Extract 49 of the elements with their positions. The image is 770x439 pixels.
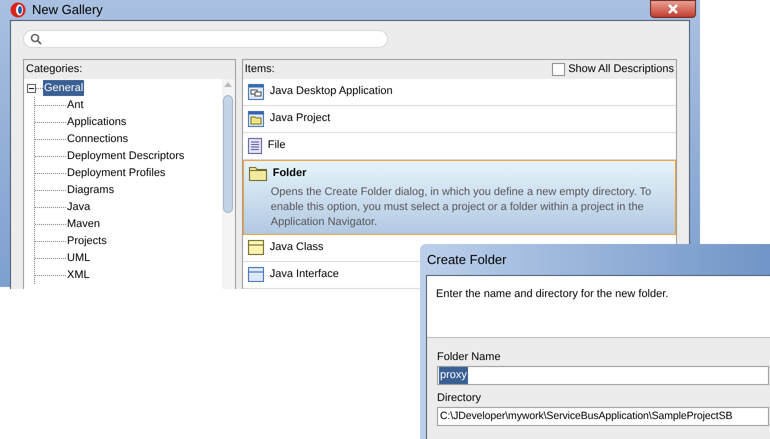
scrollbar[interactable] [222,78,235,288]
tree-item[interactable]: Applications [66,114,128,130]
field-label: Directory [437,391,482,406]
tree-item[interactable]: General [43,80,84,96]
panel-label: Items: [244,62,275,77]
search-icon [30,32,42,44]
checkbox-label: Show All Descriptions [568,62,674,77]
close-button[interactable] [650,0,696,18]
tree-item[interactable]: Projects [66,232,108,250]
tree-item[interactable]: XML [66,266,91,284]
tree-item[interactable]: Deployment Descriptors [66,148,186,164]
item-title: Java Project [270,111,330,126]
item-title: File [268,138,286,154]
tree-item[interactable]: Connections [66,130,130,148]
tree-item[interactable]: UML [66,250,92,266]
field-value: proxy [439,367,468,384]
item-description: Opens the Create Folder dialog, in which you define a new empty directory. To enable this option, you must select a project or a folder within a project in the Application Navigator. [270,184,652,230]
dialog-title: Create Folder [427,250,506,269]
tree-item[interactable]: Ant [66,96,85,114]
window-icon [248,84,264,100]
document-icon [248,138,262,154]
checkbox[interactable] [552,62,566,76]
project-icon [248,110,264,126]
item-title: Java Desktop Application [270,84,393,100]
tree-item[interactable]: Deployment Profiles [66,164,166,182]
tree-item[interactable]: Maven [66,216,102,232]
tree-item[interactable]: Diagrams [66,182,116,198]
app-logo-icon [10,2,26,18]
input-field[interactable]: C:\JDeveloper\mywork\ServiceBusApplication\SampleProjectSB [437,407,769,426]
scroll-up-icon [224,82,232,86]
folder-icon [248,166,267,181]
tree-item[interactable]: Java [66,198,92,216]
gallery-item[interactable]: Java Desktop Application [242,78,676,106]
class-icon [248,240,264,255]
window-title: New Gallery [32,1,103,19]
search-field[interactable] [23,30,388,48]
collapse-toggle[interactable] [27,84,36,92]
item-title: Folder [272,166,306,182]
panel-label: Categories: [26,62,82,77]
gallery-item[interactable]: Java Project [242,106,676,132]
gallery-item[interactable]: Folder Opens the Create Folder dialog, in which you define a new empty directory. To enable this option, you must select a project or a folder within a project in the Application Navigator. [242,160,676,234]
dialog-instructions: Enter the name and directory for the new folder. [436,287,670,302]
field-label: Folder Name [437,350,502,365]
interface-icon [248,267,264,282]
input-field[interactable]: proxy [437,366,769,385]
field-value: C:\JDeveloper\mywork\ServiceBusApplication\SampleProjectSB [439,408,734,424]
item-title: Java Interface [270,267,339,282]
close-icon [667,4,679,14]
item-title: Java Class [270,240,324,256]
